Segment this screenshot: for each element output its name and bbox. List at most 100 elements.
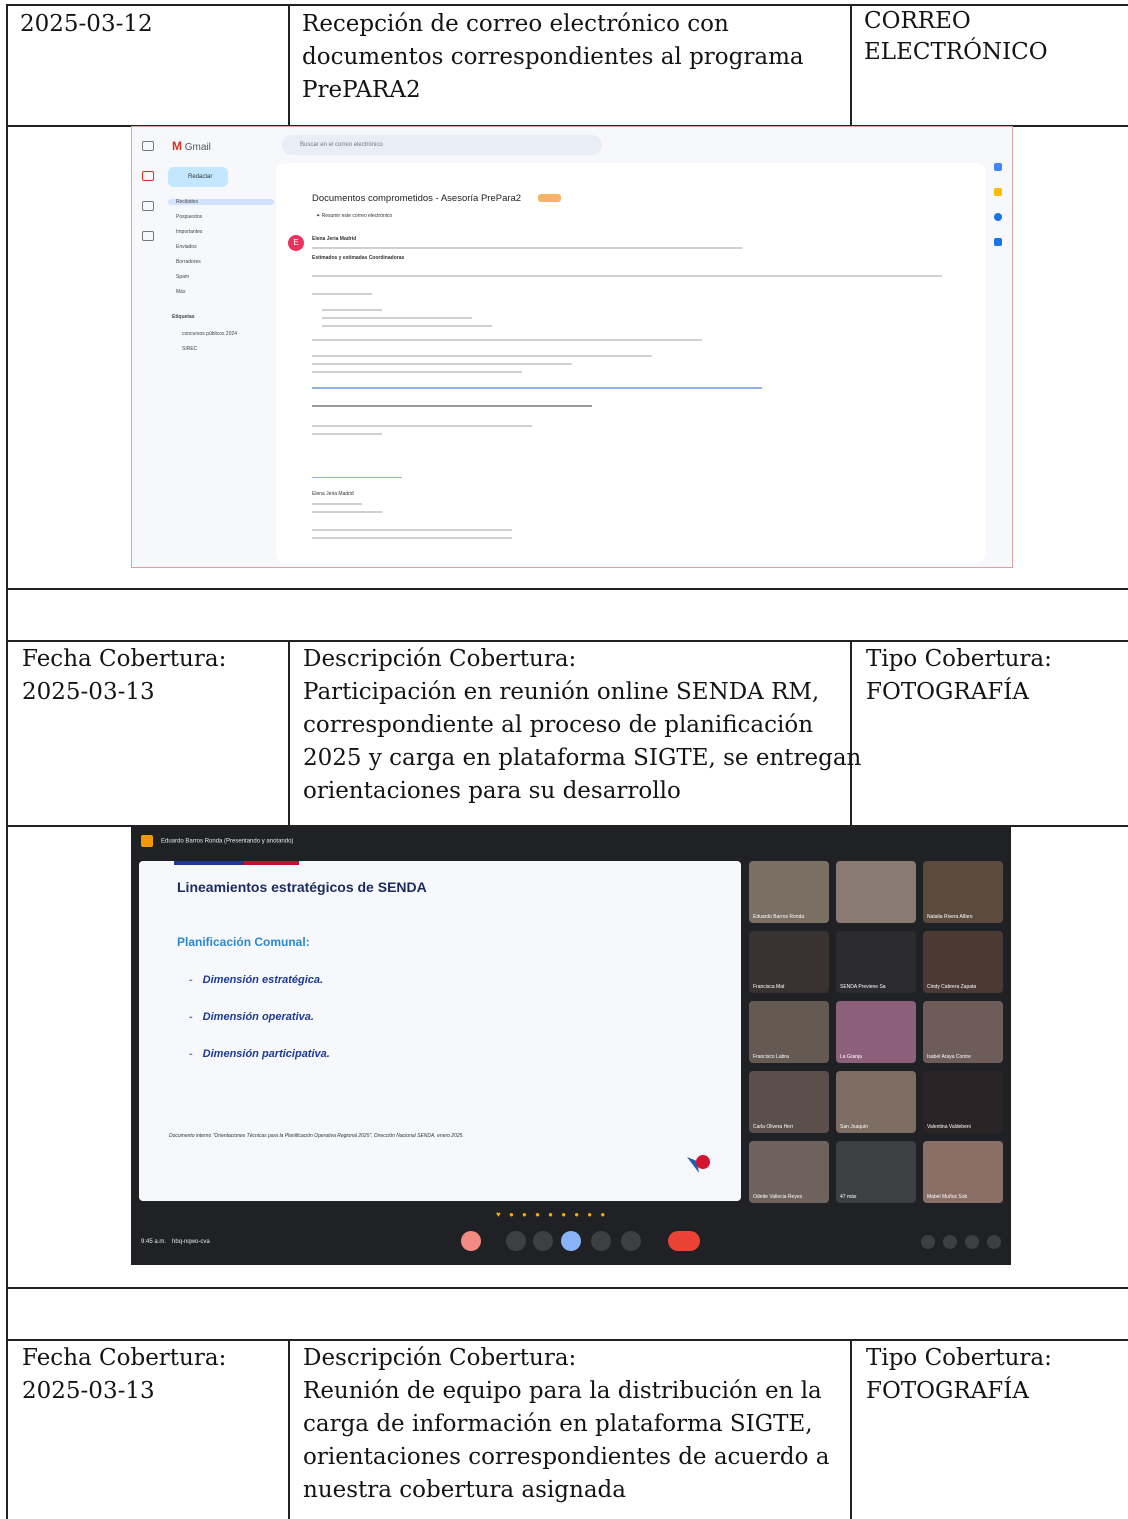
table-border [6, 640, 1128, 642]
reactions-button[interactable] [591, 1231, 611, 1251]
participant-tile[interactable]: Valentina Valdebeni [923, 1071, 1003, 1133]
gmail-logo: M Gmail [172, 139, 211, 153]
participant-tile[interactable]: Carla Olivera Herr [749, 1071, 829, 1133]
chat-icon [142, 201, 154, 211]
nav-important[interactable]: Importantes [168, 229, 274, 235]
email-greeting: Estimados y estimadas Coordinadoras [312, 255, 405, 261]
body-line [312, 293, 372, 295]
participant-tile[interactable]: La Granja [836, 1001, 916, 1063]
body-link[interactable] [312, 387, 762, 389]
presenter-bar: Eduardo Barros Ronda (Presentando y anot… [141, 835, 293, 847]
table-border [6, 588, 1128, 590]
gmail-rail [132, 127, 162, 567]
leave-call-button[interactable] [668, 1231, 700, 1251]
participant-tile[interactable]: Eduardo Barros Ronda [749, 861, 829, 923]
body-line [312, 425, 532, 427]
tasks-icon[interactable] [994, 213, 1002, 221]
signature-line [312, 503, 362, 505]
signature-line [312, 537, 512, 539]
labels-heading: Etiquetas [172, 314, 195, 320]
table-border [6, 1287, 1128, 1289]
slide-item: - Dimensión participativa. [189, 1048, 330, 1060]
body-line [312, 405, 592, 407]
chat-button[interactable] [965, 1235, 979, 1249]
presentation-slide: Lineamientos estratégicos de SENDA Plani… [139, 861, 741, 1201]
present-button[interactable] [561, 1231, 581, 1251]
body-line [322, 309, 382, 311]
row1-type: CORREO ELECTRÓNICO [864, 8, 1048, 65]
compose-button[interactable]: Redactar [168, 167, 228, 187]
row3-description: Descripción Cobertura: Reunión de equipo… [303, 1345, 830, 1503]
meet-icon [142, 231, 154, 241]
meet-screenshot: Eduardo Barros Ronda (Presentando y anot… [131, 827, 1011, 1265]
row2-date: Fecha Cobertura: 2025-03-13 [22, 646, 227, 705]
body-line [312, 275, 942, 277]
body-line [312, 433, 382, 435]
recipients-line [312, 247, 742, 249]
participant-tile[interactable]: Cindy Cabrera Zapata [923, 931, 1003, 993]
nav-more[interactable]: Más [168, 289, 274, 295]
senda-logo-icon [687, 1155, 710, 1173]
participant-tile[interactable] [836, 861, 916, 923]
people-button[interactable] [943, 1235, 957, 1249]
table-border [288, 4, 290, 126]
nav-drafts[interactable]: Borradores [168, 259, 274, 265]
keep-icon[interactable] [994, 188, 1002, 196]
slide-accent [174, 861, 244, 865]
reactions-bar[interactable]: ♥ ● ● ● ● ● ● ● ● [496, 1210, 608, 1219]
body-line [312, 371, 522, 373]
sender-name: Elena Jeria Madrid [312, 236, 357, 242]
body-line [322, 325, 492, 327]
row1-date: 2025-03-12 [20, 11, 153, 37]
nav-snoozed[interactable]: Pospuestos [168, 214, 274, 220]
row2-type: Tipo Cobertura: FOTOGRAFÍA [866, 646, 1052, 705]
participant-tile[interactable]: Francisca Mat [749, 931, 829, 993]
table-border [850, 1339, 852, 1519]
captions-button[interactable] [533, 1231, 553, 1251]
participant-tile[interactable]: San Joaquín [836, 1071, 916, 1133]
camera-button[interactable] [506, 1231, 526, 1251]
summarize-button[interactable]: ✦ Resumir este correo electrónico [316, 213, 392, 219]
label-tag [538, 194, 561, 202]
slide-accent [244, 861, 299, 865]
label-item[interactable]: SIREC [168, 346, 280, 352]
mic-off-button[interactable] [461, 1231, 481, 1251]
contacts-icon[interactable] [994, 238, 1002, 246]
slide-subtitle: Planificación Comunal: [177, 935, 310, 949]
meeting-info: 9:45 a.m. hbq-nqwo-cva [141, 1239, 210, 1245]
table-border [6, 1339, 1128, 1341]
nav-spam[interactable]: Spam [168, 274, 274, 280]
nav-sent[interactable]: Enviados [168, 244, 274, 250]
slide-title: Lineamientos estratégicos de SENDA [177, 879, 427, 895]
participant-tile[interactable]: Francisco Labra [749, 1001, 829, 1063]
slide-footer: Documento interno "Orientaciones Técnica… [169, 1133, 464, 1139]
participant-tile[interactable]: SENDA Previene Sa [836, 931, 916, 993]
mail-icon [142, 171, 154, 181]
side-panel [990, 163, 1006, 263]
signature-name: Elena Jeria Madrid [312, 491, 354, 497]
signature-line [312, 529, 512, 531]
row1-description: Recepción de correo electrónico con docu… [302, 11, 804, 103]
table-border [288, 1339, 290, 1519]
row3-type: Tipo Cobertura: FOTOGRAFÍA [866, 1345, 1052, 1404]
search-input[interactable]: Buscar en el correo electrónico [282, 135, 602, 155]
nav-inbox[interactable]: Recibidos [168, 199, 274, 205]
participant-tile[interactable]: Odette Vallecia Reyes [749, 1141, 829, 1203]
gmail-screenshot: M Gmail Redactar Recibidos Pospuestos Im… [131, 126, 1013, 568]
participant-tile[interactable]: Natalia Rivera Alfaro [923, 861, 1003, 923]
body-line [312, 339, 702, 341]
calendar-icon[interactable] [994, 163, 1002, 171]
participant-tile[interactable]: Isabel Araya Contre [923, 1001, 1003, 1063]
sender-avatar: E [288, 235, 304, 251]
slide-item: - Dimensión estratégica. [189, 974, 324, 986]
table-border [6, 4, 8, 1519]
table-border [850, 4, 852, 126]
coverage-document: 2025-03-12 Recepción de correo electróni… [0, 0, 1128, 1519]
body-line [312, 355, 652, 357]
participant-tile[interactable]: 47 más [836, 1141, 916, 1203]
participant-tile[interactable]: Mabel Muñoz Sob [923, 1141, 1003, 1203]
info-button[interactable] [921, 1235, 935, 1249]
activities-button[interactable] [987, 1235, 1001, 1249]
label-item[interactable]: concursos públicos 2024 [168, 331, 280, 337]
raise-hand-button[interactable] [621, 1231, 641, 1251]
